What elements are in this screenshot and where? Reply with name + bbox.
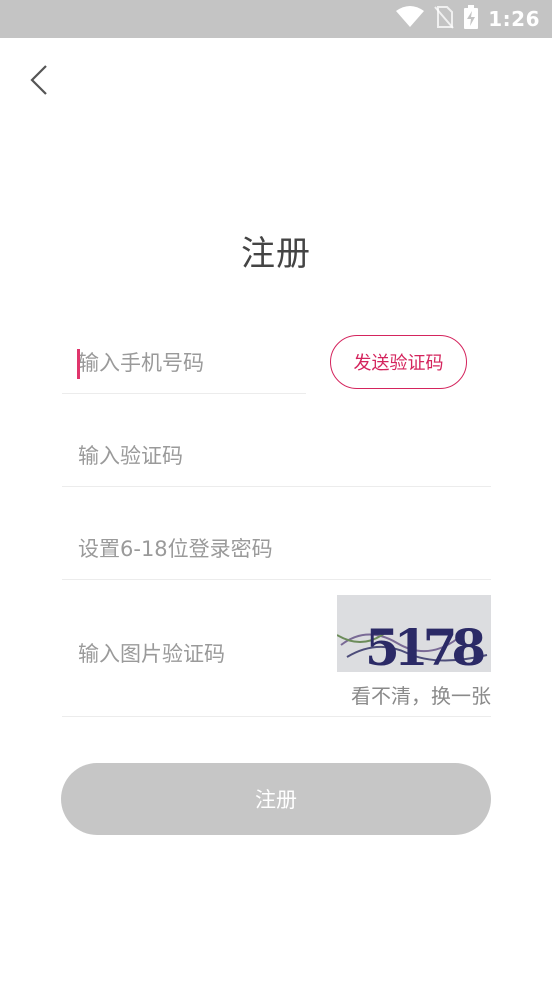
captcha-input[interactable] <box>62 590 332 717</box>
captcha-refresh-link[interactable]: 看不清，换一张 <box>337 680 491 709</box>
phone-field[interactable] <box>62 332 306 394</box>
chevron-left-icon <box>29 64 49 100</box>
captcha-text: 5178 <box>365 618 484 672</box>
no-sim-icon <box>434 5 455 33</box>
back-button[interactable] <box>22 62 56 102</box>
captcha-divider <box>62 716 491 717</box>
code-field[interactable] <box>62 425 491 487</box>
register-button[interactable]: 注册 <box>61 763 491 835</box>
status-time: 1:26 <box>488 7 540 31</box>
captcha-image[interactable]: 5178 <box>337 595 491 672</box>
status-icons: 1:26 <box>396 0 540 38</box>
phone-input[interactable] <box>62 332 306 393</box>
page-title: 注册 <box>241 234 311 274</box>
send-code-button[interactable]: 发送验证码 <box>330 335 467 389</box>
status-bar: 1:26 <box>0 0 552 38</box>
battery-charging-icon <box>464 5 479 33</box>
password-field[interactable] <box>62 518 491 580</box>
password-input[interactable] <box>62 518 491 579</box>
verification-code-input[interactable] <box>62 425 491 486</box>
wifi-icon <box>396 6 425 32</box>
text-caret <box>77 349 80 379</box>
captcha-field[interactable] <box>62 590 332 717</box>
